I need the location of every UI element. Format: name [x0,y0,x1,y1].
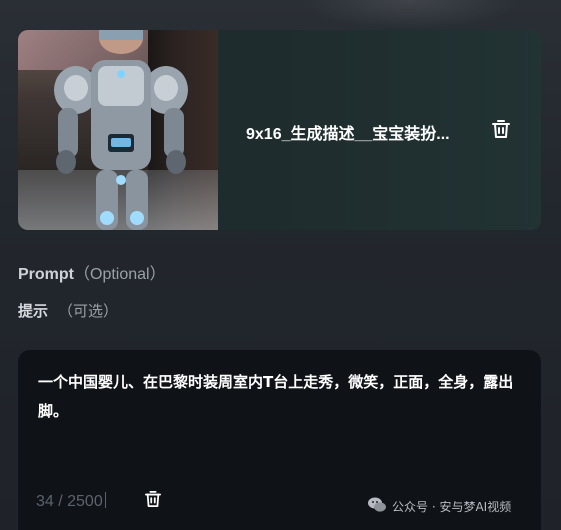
delete-image-button[interactable] [488,118,514,144]
trash-icon [492,119,510,143]
watermark: 公众号 · 安与梦AI视频 [368,497,511,516]
clear-prompt-button[interactable] [142,490,164,512]
watermark-text: 公众号 · 安与梦AI视频 [392,500,512,514]
character-counter-text: 34 / 2500 [36,493,103,510]
image-thumbnail[interactable] [18,30,218,230]
wechat-icon [368,497,386,516]
background-glow [300,0,520,30]
prompt-heading: Prompt（Optional） [18,260,166,284]
prompt-optional-label: （Optional） [74,266,166,283]
file-name: 9x16_生成描述__宝宝装扮... [246,126,450,143]
uploaded-image-card[interactable]: 9x16_生成描述__宝宝装扮... [18,30,541,230]
text-caret [104,492,106,508]
trash-icon [145,490,161,512]
hint-label: 提示 [18,302,49,320]
prompt-text[interactable]: 一个中国婴儿、在巴黎时装周室内T台上走秀，微笑，正面，全身，露出脚。 [38,368,518,426]
prompt-label: Prompt [18,266,74,283]
hint-optional-label: （可选） [58,302,119,320]
hint-heading: 提示 （可选） [18,300,118,321]
character-counter: 34 / 2500 [36,492,106,511]
